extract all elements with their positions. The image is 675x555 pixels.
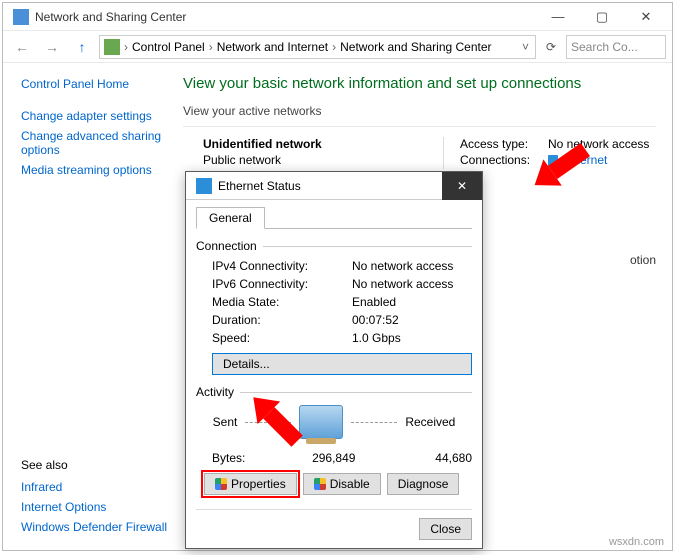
search-input[interactable]: Search Co... <box>566 35 666 59</box>
dialog-title: Ethernet Status <box>218 179 442 193</box>
seealso-firewall[interactable]: Windows Defender Firewall <box>21 520 181 534</box>
duration-value: 00:07:52 <box>352 313 472 327</box>
network-name: Unidentified network <box>203 137 443 151</box>
page-headline: View your basic network information and … <box>183 75 656 92</box>
app-icon <box>13 9 29 25</box>
ipv4-label: IPv4 Connectivity: <box>212 259 352 273</box>
access-type-value: No network access <box>548 137 649 151</box>
shield-icon <box>215 478 227 490</box>
seealso-internet-options[interactable]: Internet Options <box>21 500 181 514</box>
close-button[interactable]: ✕ <box>624 3 668 31</box>
ipv6-label: IPv6 Connectivity: <box>212 277 352 291</box>
group-activity: Activity <box>196 385 472 399</box>
control-panel-home-link[interactable]: Control Panel Home <box>21 77 163 91</box>
sidebar-change-sharing[interactable]: Change advanced sharing options <box>21 129 163 157</box>
minimize-button[interactable]: — <box>536 3 580 31</box>
address-bar: ← → ↑ › Control Panel › Network and Inte… <box>3 31 672 63</box>
duration-label: Duration: <box>212 313 352 327</box>
group-connection: Connection <box>196 239 472 253</box>
nav-up-button[interactable]: ↑ <box>69 34 95 60</box>
breadcrumb[interactable]: › Control Panel › Network and Internet ›… <box>99 35 536 59</box>
sent-label: Sent <box>213 415 238 429</box>
see-also-block: See also Infrared Internet Options Windo… <box>21 450 181 540</box>
nav-forward-button[interactable]: → <box>39 34 65 60</box>
activity-icon <box>299 405 343 439</box>
media-state-value: Enabled <box>352 295 472 309</box>
see-also-title: See also <box>21 458 181 472</box>
breadcrumb-dropdown[interactable]: ˅ <box>520 40 531 54</box>
tab-general[interactable]: General <box>196 207 265 229</box>
speed-label: Speed: <box>212 331 352 345</box>
main-window: Network and Sharing Center — ▢ ✕ ← → ↑ ›… <box>2 2 673 551</box>
ipv4-value: No network access <box>352 259 472 273</box>
media-state-label: Media State: <box>212 295 352 309</box>
speed-value: 1.0 Gbps <box>352 331 472 345</box>
network-row: Unidentified network Public network Acce… <box>183 126 656 169</box>
bytes-received-value: 44,680 <box>391 451 472 465</box>
maximize-button[interactable]: ▢ <box>580 3 624 31</box>
crumb-control-panel[interactable]: Control Panel <box>132 40 205 54</box>
bytes-sent-value: 296,849 <box>275 451 356 465</box>
network-type: Public network <box>203 153 443 167</box>
titlebar: Network and Sharing Center — ▢ ✕ <box>3 3 672 31</box>
crumb-network-sharing[interactable]: Network and Sharing Center <box>340 40 491 54</box>
crumb-network-internet[interactable]: Network and Internet <box>217 40 328 54</box>
properties-button[interactable]: Properties <box>204 473 297 495</box>
sidebar-change-adapter[interactable]: Change adapter settings <box>21 109 163 123</box>
details-button[interactable]: Details... <box>212 353 472 375</box>
access-type-label: Access type: <box>460 137 542 151</box>
dialog-tabs: General <box>196 206 472 229</box>
nav-back-button[interactable]: ← <box>9 34 35 60</box>
window-title: Network and Sharing Center <box>35 10 536 24</box>
control-panel-icon <box>104 39 120 55</box>
ethernet-dialog-icon <box>196 178 212 194</box>
connections-label: Connections: <box>460 153 542 167</box>
ethernet-status-dialog: Ethernet Status ✕ General Connection IPv… <box>185 171 483 549</box>
seealso-infrared[interactable]: Infrared <box>21 480 181 494</box>
dialog-close-button[interactable]: ✕ <box>442 172 482 200</box>
disable-button[interactable]: Disable <box>303 473 381 495</box>
diagnose-button[interactable]: Diagnose <box>387 473 460 495</box>
dialog-titlebar: Ethernet Status ✕ <box>186 172 482 200</box>
ipv6-value: No network access <box>352 277 472 291</box>
truncated-text: otion <box>630 253 656 267</box>
active-networks-label: View your active networks <box>183 104 656 118</box>
bytes-label: Bytes: <box>212 451 275 465</box>
sidebar-media-streaming[interactable]: Media streaming options <box>21 163 163 177</box>
shield-icon <box>314 478 326 490</box>
dialog-close-bottom-button[interactable]: Close <box>419 518 472 540</box>
watermark: wsxdn.com <box>609 536 664 548</box>
refresh-button[interactable]: ⟳ <box>540 40 562 54</box>
received-label: Received <box>405 415 455 429</box>
